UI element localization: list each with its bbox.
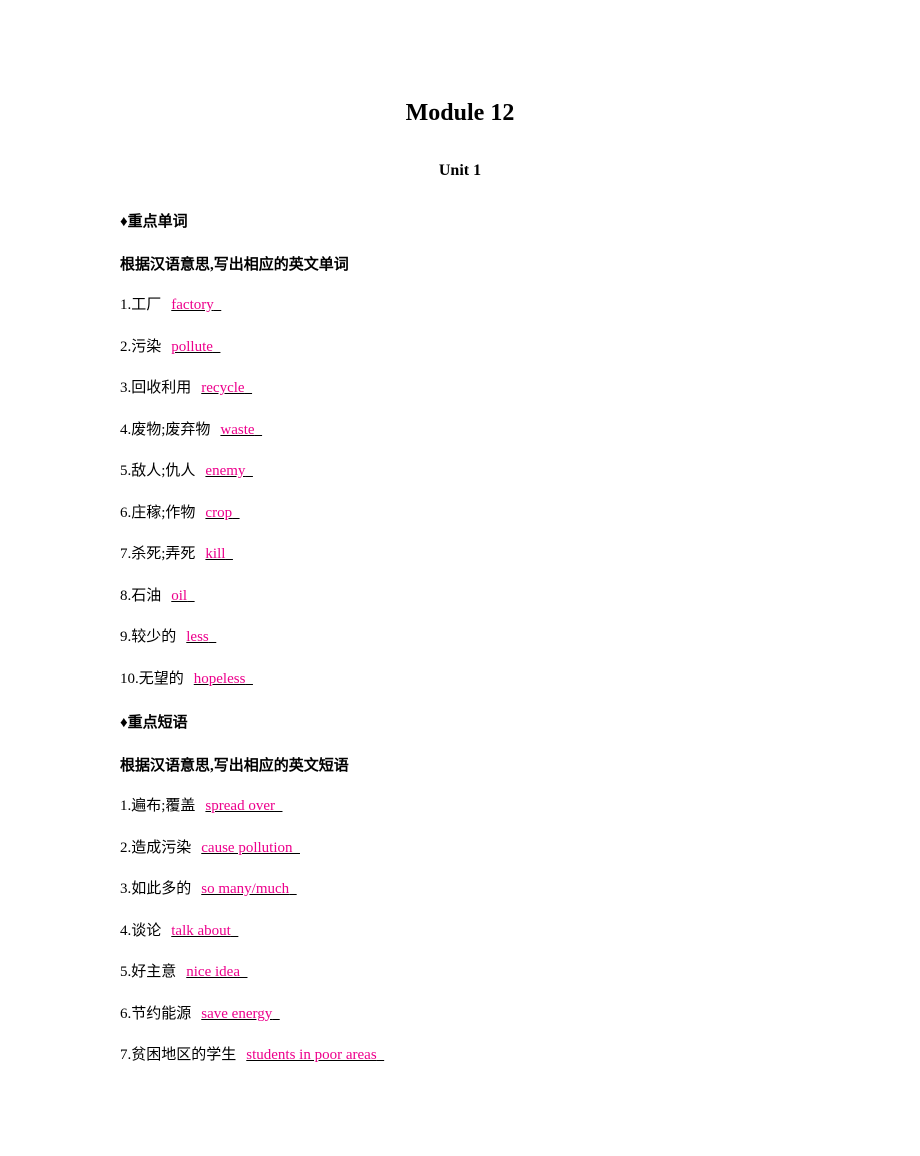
vocab-answer: kill xyxy=(195,546,237,562)
phrase-answer: save energy xyxy=(191,1006,283,1022)
vocab-item: 10.无望的hopeless xyxy=(120,670,800,690)
phrase-answer: cause pollution xyxy=(191,840,304,856)
section-1-header: ♦重点单词 xyxy=(120,210,800,231)
vocab-answer: oil xyxy=(161,588,198,604)
vocab-answer: recycle xyxy=(191,380,256,396)
phrase-answer: students in poor areas xyxy=(236,1047,388,1063)
vocab-answer: waste xyxy=(210,422,266,438)
section-1-instruction: 根据汉语意思,写出相应的英文单词 xyxy=(120,253,800,274)
phrase-item: 5.好主意nice idea xyxy=(120,963,800,983)
phrase-answer: talk about xyxy=(161,923,242,939)
phrase-answer: spread over xyxy=(195,798,286,814)
vocab-item: 6.庄稼;作物crop xyxy=(120,504,800,524)
vocab-item: 1.工厂factory xyxy=(120,296,800,316)
vocab-item: 3.回收利用recycle xyxy=(120,379,800,399)
vocab-item: 8.石油oil xyxy=(120,587,800,607)
phrase-item: 7.贫困地区的学生students in poor areas xyxy=(120,1046,800,1066)
module-title: Module 12 xyxy=(120,100,800,127)
phrase-answer: so many/much xyxy=(191,881,300,897)
vocab-answer: crop xyxy=(195,505,243,521)
phrase-item: 6.节约能源save energy xyxy=(120,1005,800,1025)
section-2-instruction: 根据汉语意思,写出相应的英文短语 xyxy=(120,754,800,775)
phrase-answer: nice idea xyxy=(176,964,251,980)
vocab-item: 5.敌人;仇人enemy xyxy=(120,462,800,482)
vocab-answer: factory xyxy=(161,297,225,313)
phrase-item: 3.如此多的so many/much xyxy=(120,880,800,900)
vocab-answer: less xyxy=(176,629,220,645)
phrase-item: 2.造成污染cause pollution xyxy=(120,839,800,859)
vocab-answer: pollute xyxy=(161,339,224,355)
section-2-header: ♦重点短语 xyxy=(120,711,800,732)
vocab-item: 4.废物;废弃物waste xyxy=(120,421,800,441)
phrase-item: 1.遍布;覆盖spread over xyxy=(120,797,800,817)
vocab-answer: hopeless xyxy=(184,671,257,687)
vocab-item: 9.较少的less xyxy=(120,628,800,648)
vocab-answer: enemy xyxy=(195,463,256,479)
phrase-item: 4.谈论talk about xyxy=(120,922,800,942)
vocab-item: 7.杀死;弄死kill xyxy=(120,545,800,565)
unit-title: Unit 1 xyxy=(120,162,800,180)
vocab-item: 2.污染pollute xyxy=(120,338,800,358)
